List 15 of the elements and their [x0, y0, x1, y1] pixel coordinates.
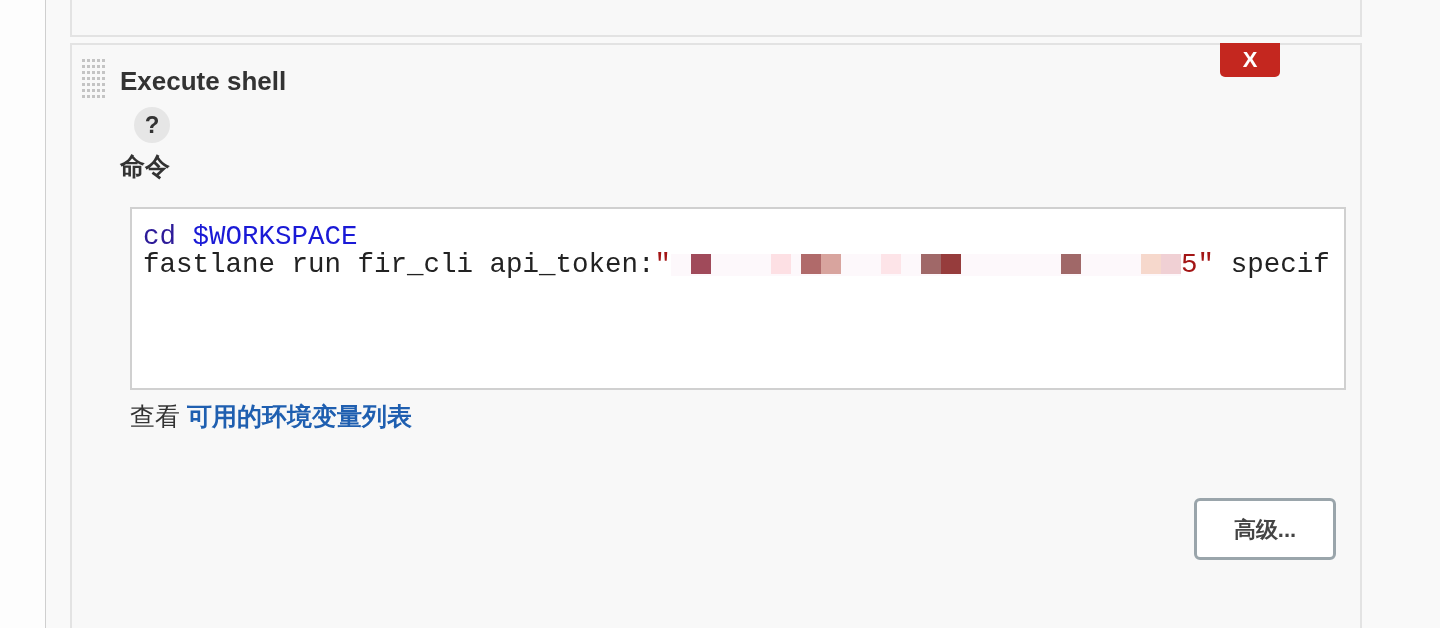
delete-button[interactable]: X — [1220, 43, 1280, 77]
advanced-button[interactable]: 高级... — [1194, 498, 1336, 560]
code-keyword: cd — [143, 223, 176, 251]
code-string: 5" — [1181, 251, 1215, 279]
help-button[interactable]: ? — [134, 107, 170, 143]
drag-handle-icon[interactable] — [82, 59, 106, 101]
code-string: " — [654, 251, 672, 279]
field-label: 命令 — [120, 151, 170, 182]
hint-text: 查看 — [130, 402, 180, 430]
command-field[interactable]: cd $WORKSPACE fastlane run fir_cli api_token:" 5" specif — [130, 207, 1346, 390]
code-text: fastlane run fir_cli api_token: — [143, 251, 655, 279]
environment-variables-link[interactable]: 可用的环境变量列表 — [186, 402, 412, 430]
step-title: Execute shell — [120, 65, 288, 98]
code-variable: $WORKSPACE — [192, 223, 358, 251]
code-text: specif — [1229, 251, 1330, 279]
